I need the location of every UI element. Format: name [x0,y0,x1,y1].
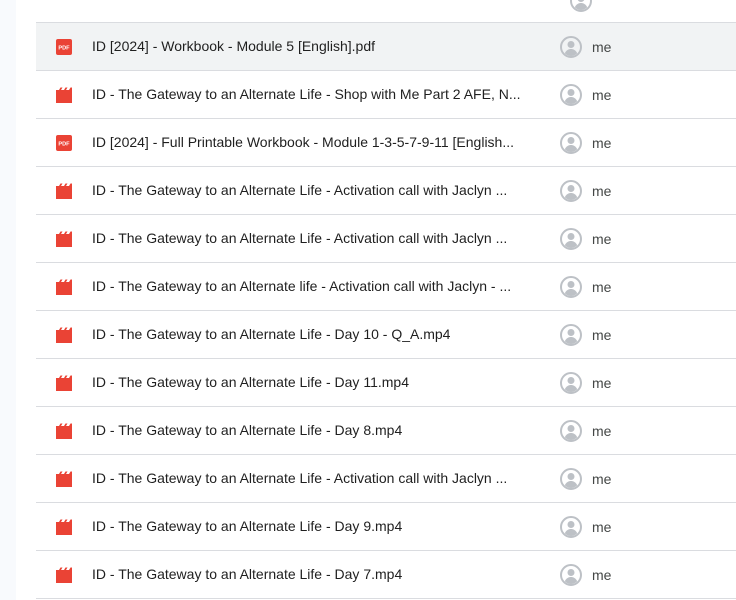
file-row[interactable]: ID - The Gateway to an Alternate Life - … [36,167,736,215]
owner-name: me [592,278,612,295]
owner-avatar-icon [560,467,582,490]
file-name[interactable]: ID [2024] - Workbook - Module 5 [English… [92,23,544,70]
file-name[interactable]: ID - The Gateway to an Alternate Life - … [92,71,544,118]
owner-avatar-icon [560,275,582,298]
owner-avatar-icon [560,419,582,442]
file-list-panel: PDF ID [2024] - Workbook - Module 5 [Eng… [16,0,736,600]
video-icon [56,279,72,295]
file-name[interactable]: ID - The Gateway to an Alternate Life - … [92,359,544,406]
owner-avatar-icon [560,563,582,586]
svg-text:PDF: PDF [58,46,70,52]
video-icon [56,375,72,391]
owner-name: me [592,86,612,103]
video-icon [56,567,72,583]
owner-cell: me [560,215,611,262]
owner-name: me [592,518,612,535]
owner-cell: me [560,311,611,358]
file-row[interactable]: ID - The Gateway to an Alternate Life - … [36,551,736,599]
owner-name: me [592,326,612,343]
owner-name: me [592,374,612,391]
video-icon [56,231,72,247]
svg-text:PDF: PDF [58,142,70,148]
owner-name: me [592,422,612,439]
file-name[interactable]: ID - The Gateway to an Alternate Life - … [92,407,544,454]
owner-cell: me [560,455,611,502]
owner-cell: me [560,71,611,118]
owner-avatar-icon [560,35,582,58]
owner-avatar-icon [560,515,582,538]
file-name[interactable]: ID - The Gateway to an Alternate Life - … [92,311,544,358]
file-row[interactable]: PDF ID [2024] - Full Printable Workbook … [36,119,736,167]
file-row[interactable]: ID - The Gateway to an Alternate Life - … [36,215,736,263]
owner-cell: me [560,503,611,550]
video-icon [56,423,72,439]
file-row[interactable]: PDF ID [2024] - Workbook - Module 5 [Eng… [36,23,736,71]
file-row[interactable]: ID - The Gateway to an Alternate Life - … [36,359,736,407]
file-row[interactable]: ID - The Gateway to an Alternate Life - … [36,311,736,359]
owner-avatar-icon [560,131,582,154]
file-row[interactable]: ID - The Gateway to an Alternate Life - … [36,407,736,455]
video-icon [56,327,72,343]
file-row[interactable]: ID - The Gateway to an Alternate Life - … [36,455,736,503]
video-icon [56,183,72,199]
file-row[interactable]: ID - The Gateway to an Alternate Life - … [36,503,736,551]
file-name[interactable]: ID - The Gateway to an Alternate Life - … [92,215,544,262]
owner-name: me [592,182,612,199]
video-icon [56,87,72,103]
owner-avatar-icon [560,371,582,394]
owner-avatar-icon [560,323,582,346]
owner-avatar-icon [560,83,582,106]
owner-cell: me [560,119,611,166]
owner-name: me [592,38,612,55]
owner-cell: me [560,407,611,454]
owner-cell: me [560,167,611,214]
file-name[interactable]: ID - The Gateway to an Alternate life - … [92,263,544,310]
file-name[interactable]: ID [2024] - Full Printable Workbook - Mo… [92,119,544,166]
file-name[interactable]: ID - The Gateway to an Alternate Life - … [92,455,544,502]
owner-name: me [592,470,612,487]
video-icon [56,471,72,487]
owner-cell: me [560,23,611,70]
file-row[interactable]: ID - The Gateway to an Alternate life - … [36,263,736,311]
file-name[interactable]: ID - The Gateway to an Alternate Life - … [92,503,544,550]
pdf-icon: PDF [56,135,72,151]
owner-avatar-icon [570,0,592,12]
owner-name: me [592,230,612,247]
pdf-icon: PDF [56,39,72,55]
file-list: PDF ID [2024] - Workbook - Module 5 [Eng… [36,23,736,599]
owner-cell: me [560,551,611,598]
owner-name: me [592,566,612,583]
owner-avatar-icon [560,227,582,250]
video-icon [56,519,72,535]
file-row[interactable]: ID - The Gateway to an Alternate Life - … [36,71,736,119]
owner-name: me [592,134,612,151]
partial-row-above [36,0,736,23]
owner-cell: me [560,263,611,310]
owner-avatar-icon [560,179,582,202]
file-name[interactable]: ID - The Gateway to an Alternate Life - … [92,551,544,598]
file-name[interactable]: ID - The Gateway to an Alternate Life - … [92,167,544,214]
owner-cell: me [560,359,611,406]
